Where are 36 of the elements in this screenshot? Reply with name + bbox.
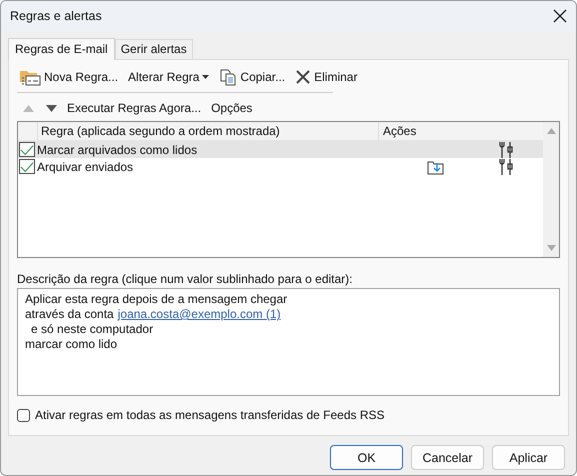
tools-icon[interactable] bbox=[499, 140, 513, 158]
close-icon[interactable] bbox=[553, 9, 567, 23]
toolbar-button[interactable]: Eliminar bbox=[293, 69, 360, 85]
tools-icon[interactable] bbox=[499, 158, 513, 176]
dialog-button[interactable]: Aplicar bbox=[492, 445, 565, 470]
description-text: e só neste computador bbox=[31, 322, 154, 337]
description-text: Aplicar esta regra depois de a mensagem chegar bbox=[25, 292, 288, 307]
move-down-icon[interactable] bbox=[46, 104, 57, 112]
toolbar-button[interactable]: Copiar... bbox=[217, 68, 288, 86]
checkbox-label: Ativar regras em todas as mensagens transferidas de Feeds RSS bbox=[35, 408, 384, 422]
delete-icon bbox=[295, 69, 312, 85]
copy-icon bbox=[219, 68, 238, 86]
description-label: Descrição da regra (clique num valor sublinhado para o editar): bbox=[17, 272, 354, 286]
rule-name: Arquivar enviados bbox=[37, 160, 134, 174]
tab[interactable]: Gerir alertas bbox=[114, 39, 193, 59]
checkbox[interactable] bbox=[17, 408, 30, 422]
rule-name: Marcar arquivados como lidos bbox=[37, 142, 198, 156]
dialog-button[interactable]: Cancelar bbox=[411, 445, 484, 470]
checkbox[interactable] bbox=[19, 159, 35, 174]
toolbar-button[interactable]: Nova Regra... bbox=[17, 68, 120, 86]
checkbox[interactable] bbox=[19, 142, 35, 157]
caret-icon bbox=[202, 75, 210, 79]
dialog-button[interactable]: OK bbox=[330, 445, 403, 470]
description-text: marcar como lido bbox=[25, 337, 118, 352]
menu-button[interactable]: Alterar Regra bbox=[126, 70, 212, 84]
options-button[interactable]: Opções bbox=[211, 101, 252, 115]
rule-row[interactable]: Marcar arquivados como lidos bbox=[18, 141, 543, 158]
description-text: através da conta bbox=[25, 307, 114, 322]
run-rules-button[interactable]: Executar Regras Agora... bbox=[67, 101, 202, 115]
column-header[interactable]: Ações bbox=[379, 122, 416, 140]
column-header[interactable]: Regra (aplicada segundo a ordem mostrada) bbox=[38, 122, 379, 140]
window-title: Regras e alertas bbox=[10, 9, 102, 23]
tab[interactable]: Regras de E-mail bbox=[8, 38, 115, 60]
folder-icon bbox=[19, 68, 41, 86]
rule-row[interactable]: Arquivar enviados bbox=[18, 158, 543, 175]
account-link[interactable]: joana.costa@exemplo.com (1) bbox=[118, 307, 281, 322]
